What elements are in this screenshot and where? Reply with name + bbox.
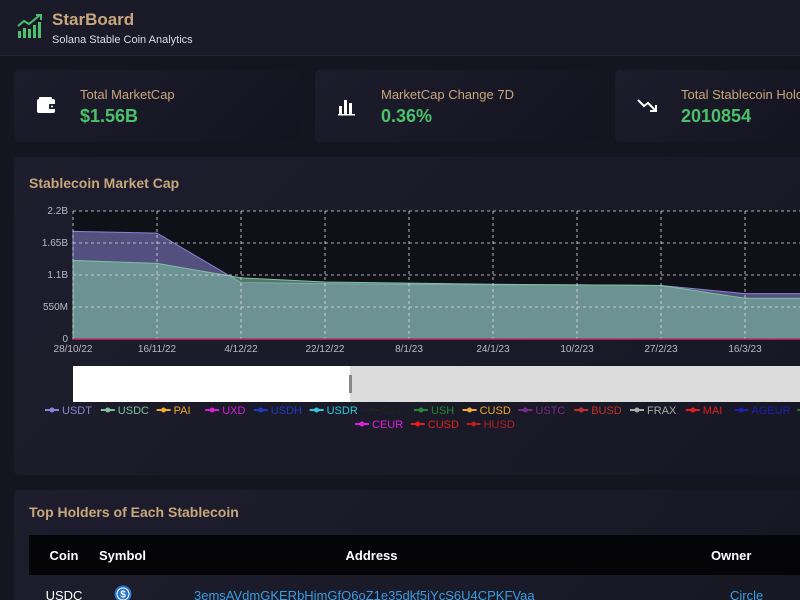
x-tick-label: 16/11/22 [138, 344, 177, 355]
legend-item-cusd[interactable]: CUSD [480, 405, 511, 417]
column-header-coin[interactable]: Coin [29, 535, 99, 575]
owner-link[interactable]: Circle [564, 575, 800, 600]
stat-card-marketcap-change: MarketCap Change 7D 0.36% [315, 70, 601, 142]
y-tick-label: 1.1B [47, 270, 68, 281]
stat-card-total-holders: Total Stablecoin Holders 2010854 [615, 70, 800, 142]
legend-marker-mai [690, 407, 696, 413]
legend-item-cusd[interactable]: CUSD [428, 419, 459, 431]
legend-item-usdt[interactable]: USDT [62, 405, 92, 417]
column-header-address[interactable]: Address [179, 535, 564, 575]
legend-item-mai[interactable]: MAI [703, 405, 723, 417]
legend-item-usdr[interactable]: USDR [327, 405, 358, 417]
x-tick-label: 10/2/23 [560, 344, 594, 355]
holders-table: Coin Symbol Address Owner USDC $ 3emsAVd… [29, 535, 800, 600]
legend-marker-pai [161, 407, 167, 413]
x-tick-label: 27/2/23 [644, 344, 678, 355]
x-tick-label: 8/1/23 [395, 344, 423, 355]
stat-card-total-marketcap: Total MarketCap $1.56B [14, 70, 300, 142]
legend-marker-cusd [415, 421, 421, 427]
market-cap-chart-panel: Stablecoin Market Cap 0 550M 1.1B 1.65B 2.2B… [14, 157, 800, 475]
legend-item-usdh[interactable]: USDH [271, 405, 302, 417]
svg-text:$: $ [120, 589, 126, 600]
legend-marker-usdc [105, 407, 111, 413]
stat-label: MarketCap Change 7D [381, 87, 514, 102]
column-header-symbol[interactable]: Symbol [99, 535, 179, 575]
table-header-row: Coin Symbol Address Owner [29, 535, 800, 575]
legend-marker-busd [578, 407, 584, 413]
legend-marker-usdt [49, 407, 55, 413]
coin-cell: USDC [45, 587, 83, 600]
usdc-coin-icon: $ [114, 585, 132, 600]
x-tick-label: 16/3/23 [728, 344, 762, 355]
legend-item-ustc[interactable]: USTC [535, 405, 565, 417]
brand-subtitle: Solana Stable Coin Analytics [52, 34, 193, 46]
brand-title[interactable]: StarBoard [52, 10, 134, 30]
range-navigator-selection[interactable] [73, 366, 350, 402]
table-row: USDC $ 3emsAVdmGKERbHjmGfQ6oZ1e35dkf5iYc… [29, 575, 800, 600]
legend-item-ageur[interactable]: AGEUR [751, 405, 790, 417]
bar-chart-icon [337, 96, 357, 121]
symbol-cell: $ [99, 575, 179, 600]
legend-item-husd[interactable]: HUSD [484, 419, 515, 431]
stat-value: $1.56B [80, 106, 139, 126]
legend-item-dai[interactable]: DAI [382, 405, 400, 417]
legend-item-usdc[interactable]: USDC [118, 405, 149, 417]
legend-marker-ageur [738, 407, 744, 413]
legend-marker-frax [634, 407, 640, 413]
legend-marker-cusd [467, 407, 473, 413]
y-tick-label: 2.2B [47, 206, 68, 217]
legend-item-busd[interactable]: BUSD [591, 405, 622, 417]
legend-marker-usdr [314, 407, 320, 413]
stat-label: Total MarketCap [80, 87, 175, 102]
stat-label: Total Stablecoin Holders [681, 87, 800, 102]
address-link[interactable]: 3emsAVdmGKERbHjmGfQ6oZ1e35dkf5iYcS6U4CPK… [179, 575, 564, 600]
top-holders-panel: Top Holders of Each Stablecoin Coin Symb… [14, 490, 800, 600]
market-cap-chart[interactable]: 0550M1.1B1.65B2.2B28/10/22 16/11/22 4/12/2… [14, 157, 800, 475]
column-header-owner[interactable]: Owner [564, 535, 800, 575]
legend-item-uxd[interactable]: UXD [222, 405, 245, 417]
legend-marker-dai [369, 407, 375, 413]
legend-marker-ceur [359, 421, 365, 427]
x-tick-label: 4/12/22 [224, 344, 258, 355]
trend-up-logo-icon [16, 12, 44, 45]
legend-item-ceur[interactable]: CEUR [372, 419, 403, 431]
wallet-icon [36, 96, 58, 119]
legend-marker-usdh [258, 407, 264, 413]
legend-marker-uxd [209, 407, 215, 413]
legend-marker-ush [418, 407, 424, 413]
y-tick-label: 1.65B [42, 238, 68, 249]
legend-marker-ustc [522, 407, 528, 413]
y-tick-label: 550M [43, 302, 68, 313]
holders-title: Top Holders of Each Stablecoin [29, 504, 239, 520]
x-tick-label: 22/12/22 [306, 344, 345, 355]
x-tick-label: 28/10/22 [54, 344, 93, 355]
trend-down-icon [637, 96, 659, 119]
legend-marker-husd [471, 421, 477, 427]
legend-item-ush[interactable]: USH [431, 405, 454, 417]
top-bar: StarBoard Solana Stable Coin Analytics [0, 0, 800, 56]
stat-value: 0.36% [381, 106, 433, 126]
x-tick-label: 24/1/23 [476, 344, 510, 355]
stat-value: 2010854 [681, 106, 752, 126]
range-navigator-handle[interactable] [349, 375, 352, 393]
legend-item-frax[interactable]: FRAX [647, 405, 677, 417]
legend-item-pai[interactable]: PAI [174, 405, 191, 417]
